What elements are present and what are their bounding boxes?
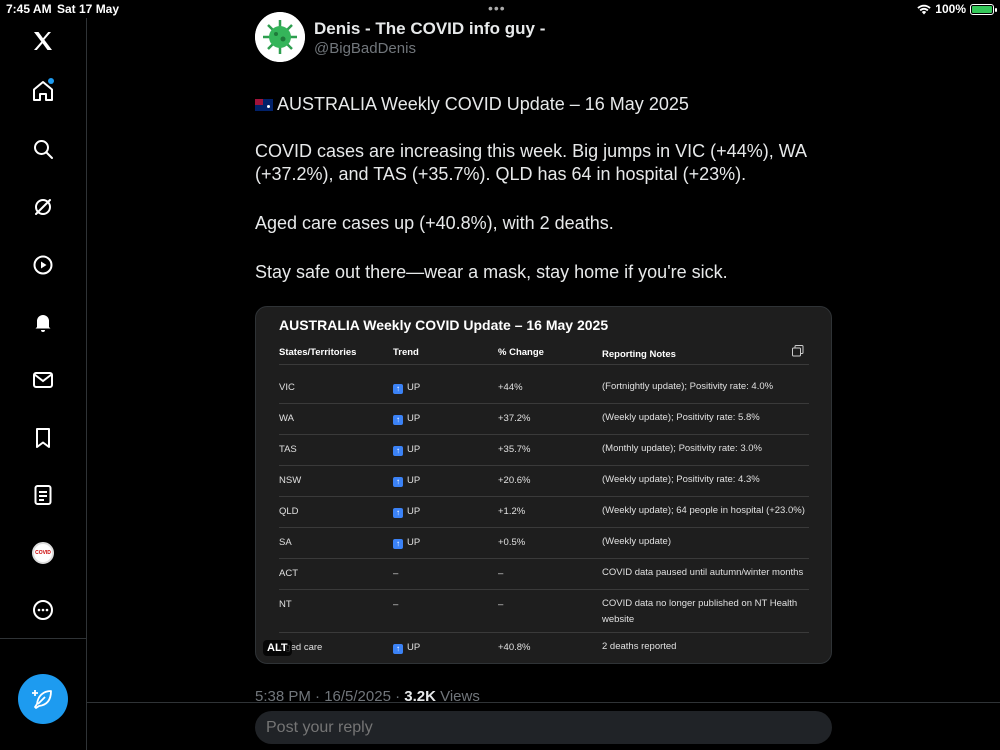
- state-cell: TAS: [279, 444, 297, 455]
- state-cell: QLD: [279, 506, 299, 517]
- author-handle[interactable]: @BigBadDenis: [314, 40, 416, 57]
- trend-label: UP: [407, 444, 421, 455]
- state-cell: ACT: [279, 568, 298, 579]
- trend-cell: ↑ UP: [393, 382, 420, 394]
- notification-dot: [48, 78, 54, 84]
- change-cell: +0.5%: [498, 537, 526, 548]
- notes-cell: (Weekly update): [602, 536, 671, 547]
- table-row: NT – – COVID data no longer published on NT…: [279, 590, 809, 633]
- trend-label: UP: [407, 413, 421, 424]
- video-icon[interactable]: [28, 250, 58, 280]
- tweet-image[interactable]: AUSTRALIA Weekly COVID Update – 16 May 2…: [255, 306, 832, 664]
- state-cell: NT: [279, 599, 292, 610]
- tweet-title-text: AUSTRALIA Weekly COVID Update – 16 May 2…: [277, 94, 689, 114]
- home-icon[interactable]: [28, 76, 58, 106]
- reply-bar: [87, 702, 1000, 750]
- table-row: Aged care ↑ UP +40.8% 2 deaths reported: [279, 633, 809, 663]
- table-row: VIC ↑ UP +44% (Fortnightly update); Positivi…: [279, 373, 809, 404]
- state-cell: NSW: [279, 475, 302, 486]
- trend-cell: ↑ UP: [393, 475, 420, 487]
- up-arrow-icon: ↑: [393, 384, 403, 394]
- trend-cell: ↑ UP: [393, 506, 420, 518]
- change-cell: –: [498, 599, 504, 610]
- notes-cell: (Monthly update); Positivity rate: 3.0%: [602, 443, 762, 454]
- tweet-paragraph: COVID cases are increasing this week. Bi…: [255, 141, 807, 184]
- table-header: States/Territories Trend % Change Report…: [279, 347, 809, 365]
- trend-label: –: [393, 568, 399, 579]
- change-cell: +40.8%: [498, 642, 531, 653]
- trend-label: UP: [407, 382, 421, 393]
- sidebar: COVID: [0, 18, 87, 750]
- header-cell: States/Territories: [279, 347, 357, 358]
- trend-cell: ↑ UP: [393, 642, 420, 654]
- change-cell: +44%: [498, 382, 523, 393]
- more-icon[interactable]: [28, 595, 58, 625]
- tweet-title-line: AUSTRALIA Weekly COVID Update – 16 May 2…: [255, 93, 825, 116]
- notes-cell: COVID data no longer published on NT Hea…: [602, 598, 798, 625]
- trend-cell: –: [393, 568, 398, 579]
- mail-icon[interactable]: [28, 365, 58, 395]
- virus-icon: [255, 12, 305, 62]
- trend-label: UP: [407, 475, 421, 486]
- search-icon[interactable]: [28, 134, 58, 164]
- trend-cell: ↑ UP: [393, 413, 420, 425]
- bell-icon[interactable]: [28, 307, 58, 337]
- sidebar-divider: [0, 638, 87, 639]
- image-title: AUSTRALIA Weekly COVID Update – 16 May 2…: [279, 317, 609, 333]
- header-cell: Trend: [393, 347, 419, 358]
- trend-label: UP: [407, 506, 421, 517]
- change-cell: +37.2%: [498, 413, 531, 424]
- trend-cell: ↑ UP: [393, 444, 420, 456]
- feather-plus-icon: [32, 690, 52, 709]
- trend-label: –: [393, 599, 399, 610]
- notes-cell: (Fortnightly update); Positivity rate: 4…: [602, 381, 774, 392]
- notes-cell: (Weekly update); Positivity rate: 4.3%: [602, 474, 760, 485]
- author-name[interactable]: Denis - The COVID info guy -: [314, 19, 545, 39]
- change-cell: +20.6%: [498, 475, 531, 486]
- state-cell: WA: [279, 413, 294, 424]
- up-arrow-icon: ↑: [393, 415, 403, 425]
- tweet-paragraph: Aged care cases up (+40.8%), with 2 deat…: [255, 213, 614, 233]
- author-avatar[interactable]: [255, 12, 305, 62]
- up-arrow-icon: ↑: [393, 644, 403, 654]
- trend-cell: –: [393, 599, 398, 610]
- change-cell: +35.7%: [498, 444, 531, 455]
- trend-label: UP: [407, 537, 421, 548]
- notes-cell: 2 deaths reported: [602, 641, 677, 652]
- bookmark-icon[interactable]: [28, 423, 58, 453]
- notes-cell: (Weekly update); 64 people in hospital (…: [602, 505, 805, 516]
- trend-label: UP: [407, 642, 421, 653]
- lists-icon[interactable]: [28, 480, 58, 510]
- x-logo-icon[interactable]: [28, 26, 58, 56]
- header-cell: % Change: [498, 347, 544, 358]
- compose-button[interactable]: [18, 674, 68, 724]
- notes-cell: COVID data paused until autumn/winter mo…: [602, 567, 804, 578]
- status-time: 7:45 AM: [6, 2, 52, 16]
- header-cell: Reporting Notes: [602, 349, 676, 360]
- up-arrow-icon: ↑: [393, 477, 403, 487]
- state-cell: SA: [279, 537, 292, 548]
- trend-cell: ↑ UP: [393, 537, 420, 549]
- reply-input[interactable]: [255, 711, 832, 744]
- profile-avatar[interactable]: COVID: [28, 538, 58, 568]
- up-arrow-icon: ↑: [393, 539, 403, 549]
- tweet-detail: Denis - The COVID info guy - @BigBadDeni…: [87, 0, 1000, 750]
- up-arrow-icon: ↑: [393, 508, 403, 518]
- table-row: QLD ↑ UP +1.2% (Weekly update); 64 people in…: [279, 497, 809, 528]
- change-cell: –: [498, 568, 504, 579]
- up-arrow-icon: ↑: [393, 446, 403, 456]
- change-cell: +1.2%: [498, 506, 526, 517]
- australia-flag-icon: [255, 99, 273, 111]
- table-row: WA ↑ UP +37.2% (Weekly update); Positivity r…: [279, 404, 809, 435]
- table-row: NSW ↑ UP +20.6% (Weekly update); Positivity …: [279, 466, 809, 497]
- grok-icon[interactable]: [28, 192, 58, 222]
- table-row: ACT – – COVID data paused until autumn/wint…: [279, 559, 809, 590]
- alt-badge[interactable]: ALT: [263, 640, 292, 656]
- state-cell: VIC: [279, 382, 295, 393]
- tweet-paragraph: Stay safe out there—wear a mask, stay ho…: [255, 262, 728, 282]
- table-row: TAS ↑ UP +35.7% (Monthly update); Positivity…: [279, 435, 809, 466]
- notes-cell: (Weekly update); Positivity rate: 5.8%: [602, 412, 760, 423]
- table-row: SA ↑ UP +0.5% (Weekly update): [279, 528, 809, 559]
